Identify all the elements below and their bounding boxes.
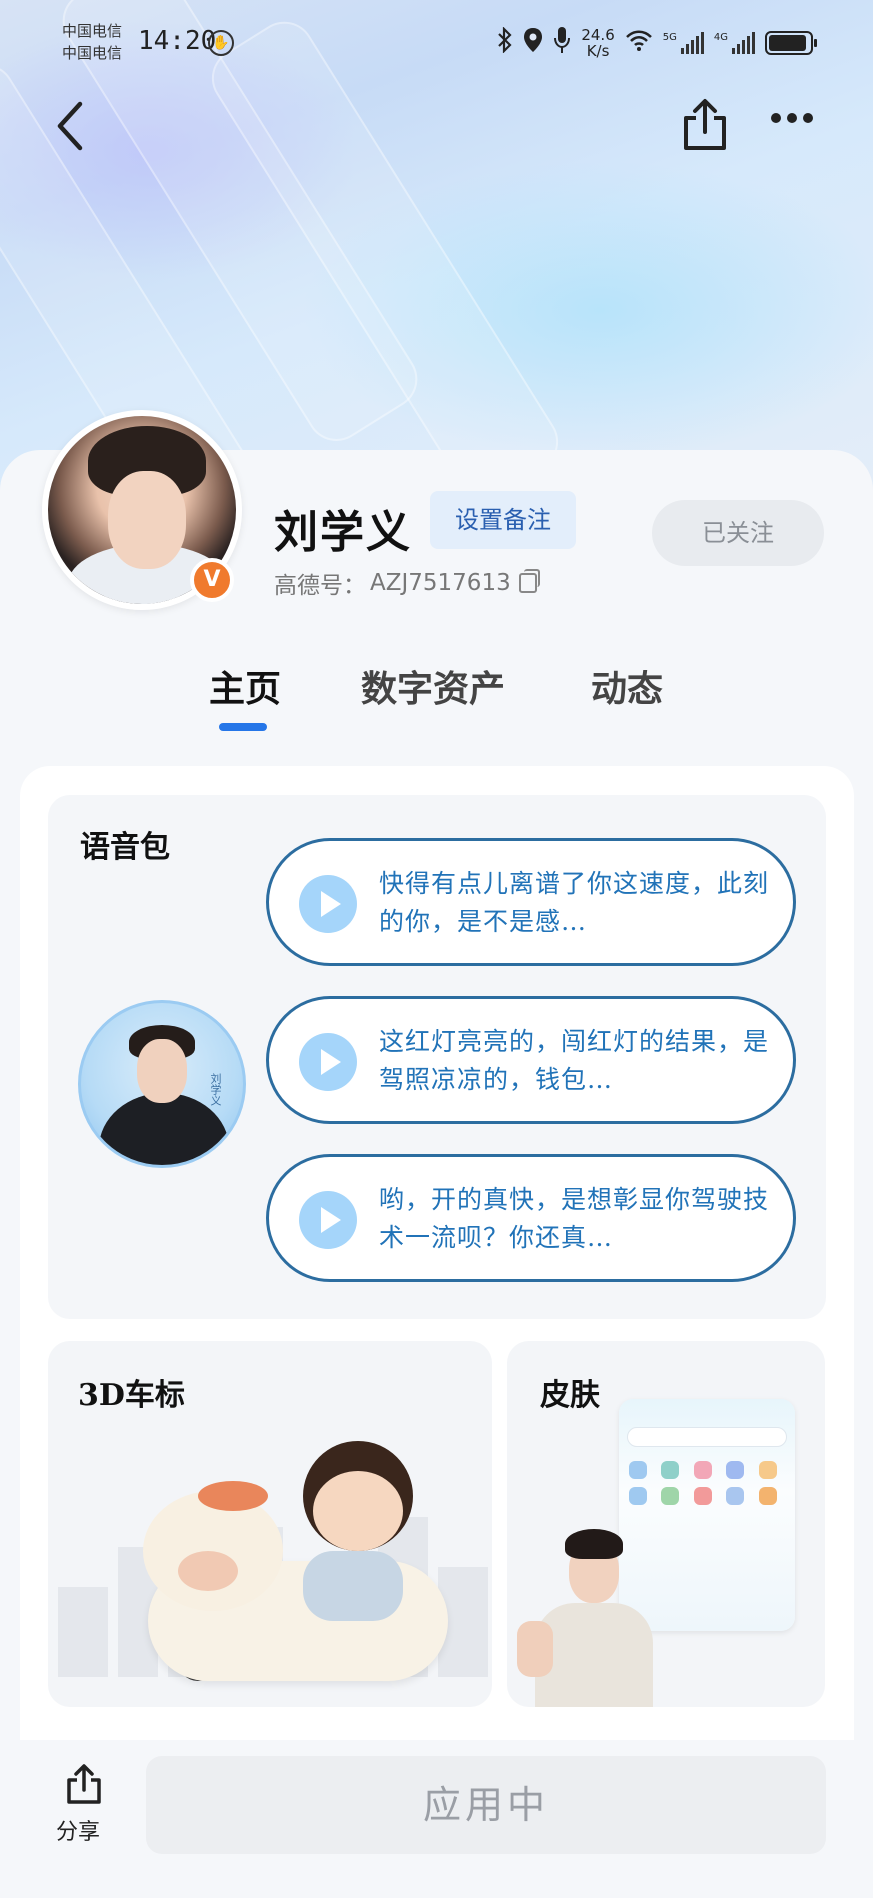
verified-badge: V <box>190 558 234 602</box>
apply-button[interactable]: 应用中 <box>146 1756 826 1854</box>
battery-icon <box>765 30 817 55</box>
voice-clip-3[interactable]: 哟，开的真快，是想彰显你驾驶技术一流呗？你还真… <box>266 1154 796 1282</box>
voice-clip-1[interactable]: 快得有点儿离谱了你这速度，此刻的你，是不是感… <box>266 838 796 966</box>
play-icon[interactable] <box>299 1191 357 1249</box>
network-speed: 24.6 K/s <box>581 27 614 59</box>
signal-1-label: 5G <box>662 31 677 43</box>
gaode-id-value: AZJ7517613 <box>370 570 511 596</box>
wifi-icon <box>625 29 653 56</box>
voice-clip-text: 这红灯亮亮的，闯红灯的结果，是驾照凉凉的，钱包… <box>379 1027 770 1094</box>
more-options-button[interactable] <box>770 110 820 140</box>
voice-pack-title: 语音包 <box>80 830 170 865</box>
voice-pack-avatar[interactable]: 刘学义 <box>78 1000 246 1168</box>
share-label: 分享 <box>56 1820 101 1845</box>
profile-name: 刘学义 <box>274 507 412 558</box>
gaode-id: 高德号： AZJ7517613 <box>274 566 540 600</box>
voice-clip-text: 快得有点儿离谱了你这速度，此刻的你，是不是感… <box>379 869 770 936</box>
signal-icon-1: 5G <box>662 31 704 54</box>
chevron-left-icon <box>57 101 83 151</box>
carrier-1: 中国电信 <box>62 22 123 40</box>
share-icon <box>684 99 726 150</box>
location-icon <box>523 27 543 58</box>
clock: 14:20 <box>138 26 217 56</box>
microphone-icon <box>553 26 571 59</box>
status-bar: 中国电信 中国电信 14:20 ✋ 24.6 K/s 5G 4G <box>0 0 873 90</box>
copy-icon[interactable] <box>518 569 540 593</box>
network-speed-unit: K/s <box>586 41 610 60</box>
network-speed-value: 24.6 <box>581 25 615 44</box>
tab-activity[interactable]: 动态 <box>591 660 663 712</box>
more-dots-icon <box>771 113 813 123</box>
3d-car-logo-title: 3D车标 <box>78 1378 185 1413</box>
tab-home[interactable]: 主页 <box>209 660 281 712</box>
tab-digital-assets[interactable]: 数字资产 <box>361 660 505 712</box>
gesture-icon: ✋ <box>208 30 234 56</box>
gaode-id-label: 高德号： <box>274 573 366 599</box>
voice-avatar-name: 刘学义 <box>209 1073 222 1106</box>
set-remark-button[interactable]: 设置备注 <box>430 491 576 549</box>
voice-clip-text: 哟，开的真快，是想彰显你驾驶技术一流呗？你还真… <box>379 1185 770 1252</box>
signal-icon-2: 4G <box>713 31 755 54</box>
follow-button[interactable]: 已关注 <box>652 500 824 566</box>
bluetooth-icon <box>497 26 513 58</box>
play-icon[interactable] <box>299 875 357 933</box>
carrier-2: 中国电信 <box>62 44 123 62</box>
profile-tabs: 主页 数字资产 动态 <box>0 660 873 730</box>
share-button[interactable]: 分享 <box>52 1764 116 1845</box>
skin-character-illustration <box>517 1521 667 1707</box>
skin-title: 皮肤 <box>540 1378 600 1413</box>
status-icons: 24.6 K/s 5G 4G <box>497 26 817 59</box>
carrier-labels: 中国电信 中国电信 <box>62 20 122 64</box>
share-top-button[interactable] <box>680 98 732 154</box>
signal-2-label: 4G <box>713 31 728 43</box>
share-icon <box>67 1764 101 1804</box>
play-icon[interactable] <box>299 1033 357 1091</box>
tab-indicator <box>219 723 267 731</box>
back-button[interactable] <box>50 98 100 158</box>
voice-clip-2[interactable]: 这红灯亮亮的，闯红灯的结果，是驾照凉凉的，钱包… <box>266 996 796 1124</box>
